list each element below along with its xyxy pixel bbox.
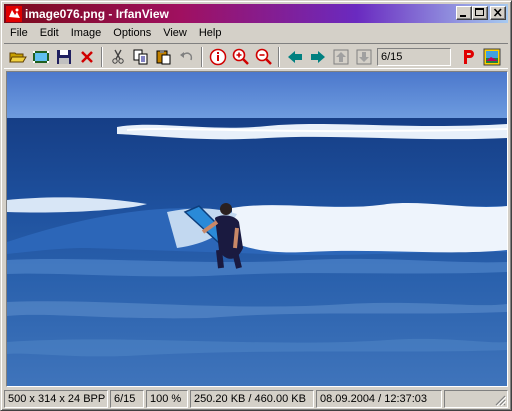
open-folder-icon[interactable] (6, 46, 29, 68)
previous-icon[interactable] (283, 46, 306, 68)
undo-icon[interactable] (175, 46, 198, 68)
minimize-button[interactable] (456, 6, 472, 20)
page-indicator: 6/15 (377, 47, 451, 66)
status-page: 6/15 (110, 390, 144, 408)
maximize-button[interactable] (472, 6, 488, 20)
delete-icon[interactable] (75, 46, 98, 68)
status-dimensions: 500 x 314 x 24 BPP (4, 390, 108, 408)
image-viewport[interactable] (6, 71, 508, 387)
zoom-out-icon[interactable] (252, 46, 275, 68)
title-bar[interactable]: image076.png - IrfanView (4, 4, 508, 23)
surf-photo (7, 72, 507, 386)
status-empty (444, 390, 508, 408)
save-icon[interactable] (52, 46, 75, 68)
status-datetime: 08.09.2004 / 12:37:03 (316, 390, 442, 408)
toolbar-separator (278, 46, 280, 67)
last-page-icon[interactable] (352, 46, 375, 68)
menu-bar: File Edit Image Options View Help (4, 24, 508, 42)
status-zoom: 100 % (146, 390, 188, 408)
paint-icon[interactable] (457, 46, 480, 68)
slideshow-icon[interactable] (29, 46, 52, 68)
status-filesize: 250.20 KB / 460.00 KB (190, 390, 314, 408)
irfanview-window: image076.png - IrfanView File Edit Image… (0, 0, 512, 411)
cut-icon[interactable] (106, 46, 129, 68)
menu-view[interactable]: View (157, 24, 193, 42)
copy-icon[interactable] (129, 46, 152, 68)
menu-edit[interactable]: Edit (34, 24, 65, 42)
first-page-icon[interactable] (329, 46, 352, 68)
window-title: image076.png - IrfanView (25, 6, 169, 21)
paste-icon[interactable] (152, 46, 175, 68)
menu-file[interactable]: File (4, 24, 34, 42)
toolbar-separator (201, 46, 203, 67)
zoom-in-icon[interactable] (229, 46, 252, 68)
menu-image[interactable]: Image (65, 24, 108, 42)
toolbar-separator (101, 46, 103, 67)
close-button[interactable] (490, 6, 506, 20)
info-icon[interactable] (206, 46, 229, 68)
menu-help[interactable]: Help (193, 24, 228, 42)
toolbar: 6/15 (4, 43, 508, 69)
status-bar: 500 x 314 x 24 BPP 6/15 100 % 250.20 KB … (4, 390, 508, 408)
irfanview-app-icon[interactable] (6, 5, 22, 22)
menu-options[interactable]: Options (107, 24, 157, 42)
thumbnails-icon[interactable] (480, 46, 503, 68)
resize-grip-icon[interactable] (494, 394, 506, 406)
next-icon[interactable] (306, 46, 329, 68)
